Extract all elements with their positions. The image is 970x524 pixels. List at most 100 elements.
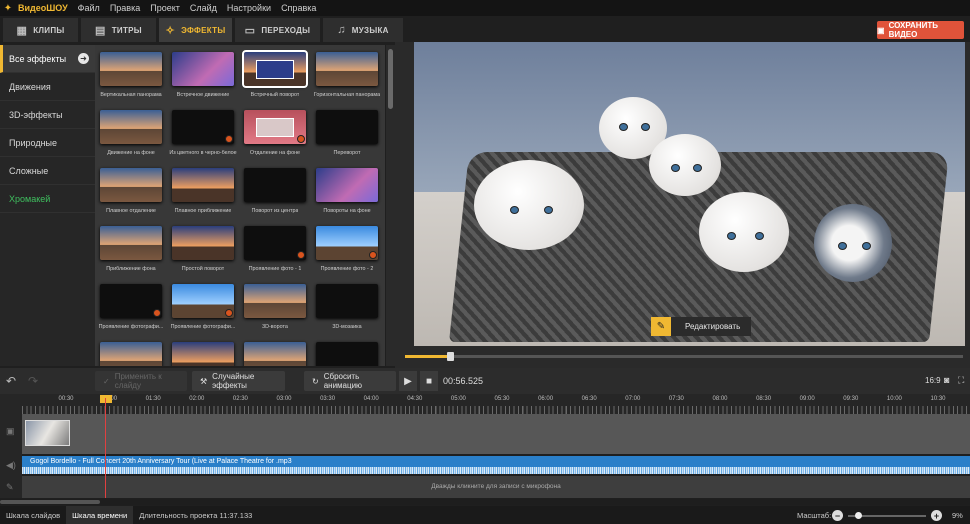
effect-thumbnail[interactable] — [244, 110, 306, 144]
effect-thumbnail[interactable] — [172, 342, 234, 366]
undo-icon[interactable]: ↶ — [6, 374, 16, 388]
time-ruler[interactable]: 00:3001:0001:3002:0002:3003:0003:3004:00… — [0, 394, 970, 414]
timeline-view-tab[interactable]: Шкала времени — [66, 506, 134, 524]
effect-item[interactable]: Приближение фона — [95, 226, 167, 284]
category-nature[interactable]: Природные — [0, 129, 95, 157]
effect-thumbnail[interactable] — [316, 284, 378, 318]
stop-button[interactable]: ■ — [420, 371, 438, 391]
effect-thumbnail[interactable] — [100, 168, 162, 202]
speaker-icon[interactable]: ◀) — [6, 460, 16, 471]
effect-thumbnail[interactable] — [172, 110, 234, 144]
effect-item[interactable]: Встречный поворот — [239, 50, 311, 110]
effect-thumbnail[interactable] — [242, 50, 308, 88]
effect-item[interactable] — [95, 342, 167, 366]
effect-thumbnail[interactable] — [316, 110, 378, 144]
menu-settings[interactable]: Настройки — [222, 3, 276, 13]
effect-item[interactable] — [239, 342, 311, 366]
fullscreen-icon[interactable]: ⛶ — [958, 375, 964, 386]
category-3d[interactable]: 3D-эффекты — [0, 101, 95, 129]
effect-item[interactable]: Встречное движение — [167, 52, 239, 110]
play-button[interactable]: ▶ — [399, 371, 417, 391]
effect-thumbnail[interactable] — [316, 342, 378, 366]
effect-thumbnail[interactable] — [100, 110, 162, 144]
category-chromakey[interactable]: Хромакей — [0, 185, 95, 213]
effect-thumbnail[interactable] — [172, 226, 234, 260]
effect-item[interactable]: Отдаление на фоне — [239, 110, 311, 168]
effect-item[interactable] — [167, 342, 239, 366]
camera-icon[interactable]: ◙ — [944, 375, 949, 385]
menu-edit[interactable]: Правка — [105, 3, 145, 13]
redo-icon[interactable]: ↷ — [28, 374, 38, 388]
effect-item[interactable]: Плавное приближение — [167, 168, 239, 226]
menu-help[interactable]: Справка — [276, 3, 321, 13]
effects-scroll-thumb[interactable] — [388, 49, 393, 109]
effect-item[interactable]: Поворот из центра — [239, 168, 311, 226]
audio-track[interactable]: Gogol Bordello - Full Concert 20th Anniv… — [22, 456, 970, 474]
playhead-handle[interactable] — [100, 395, 112, 403]
effect-thumbnail[interactable] — [244, 342, 306, 366]
effect-item[interactable]: Повороты на фоне — [311, 168, 383, 226]
effect-thumbnail[interactable] — [172, 168, 234, 202]
tab-music[interactable]: ♫ МУЗЫКА — [323, 18, 403, 42]
effect-thumbnail[interactable] — [100, 226, 162, 260]
effect-thumbnail[interactable] — [244, 226, 306, 260]
tab-transitions[interactable]: ▭ ПЕРЕХОДЫ — [235, 18, 320, 42]
effect-item[interactable]: Проявление фото - 1 — [239, 226, 311, 284]
tab-effects[interactable]: ✧ ЭФФЕКТЫ — [159, 18, 232, 42]
category-all[interactable]: Все эффекты ➜ — [0, 45, 95, 73]
effect-item[interactable]: Вертикальная панорама — [95, 52, 167, 110]
category-motion[interactable]: Движения — [0, 73, 95, 101]
effect-thumbnail[interactable] — [316, 168, 378, 202]
slide-thumbnail[interactable] — [25, 420, 70, 446]
effect-item[interactable]: 3D-мозаика — [311, 284, 383, 342]
premium-badge-icon — [225, 309, 233, 317]
effect-thumbnail[interactable] — [316, 226, 378, 260]
category-complex[interactable]: Сложные — [0, 157, 95, 185]
zoom-out-button[interactable]: − — [832, 510, 843, 521]
effect-item[interactable]: Проявление фото - 2 — [311, 226, 383, 284]
seek-bar[interactable] — [405, 352, 963, 361]
menu-file[interactable]: Файл — [73, 3, 105, 13]
effect-thumbnail[interactable] — [316, 52, 378, 86]
mic-icon[interactable]: ✎ — [6, 482, 14, 493]
ruler-label: 06:30 — [581, 396, 597, 402]
slide-track[interactable] — [22, 414, 970, 454]
effect-thumbnail[interactable] — [100, 52, 162, 86]
timeline-scrollbar[interactable] — [0, 499, 970, 505]
menu-project[interactable]: Проект — [145, 3, 185, 13]
effect-item[interactable] — [311, 342, 383, 366]
aspect-ratio[interactable]: 16:9 — [925, 376, 941, 385]
effect-item[interactable]: Движение на фоне — [95, 110, 167, 168]
effect-thumbnail[interactable] — [100, 284, 162, 318]
effect-item[interactable]: 3D-ворота — [239, 284, 311, 342]
effect-thumbnail[interactable] — [244, 168, 306, 202]
tab-titles[interactable]: ▤ ТИТРЫ — [81, 18, 156, 42]
save-video-button[interactable]: ▣ СОХРАНИТЬ ВИДЕО — [877, 21, 964, 39]
effect-label: Повороты на фоне — [323, 208, 371, 214]
tab-clips[interactable]: ▦ КЛИПЫ — [3, 18, 78, 42]
effect-thumbnail[interactable] — [172, 52, 234, 86]
effect-item[interactable]: Горизонтальная панорама — [311, 52, 383, 110]
effect-item[interactable]: Простой поворот — [167, 226, 239, 284]
effect-thumbnail[interactable] — [244, 284, 306, 318]
effect-item[interactable]: Переворот — [311, 110, 383, 168]
effects-scrollbar[interactable] — [386, 45, 395, 366]
premium-badge-icon — [297, 251, 305, 259]
effect-item[interactable]: Из цветного в черно-белое — [167, 110, 239, 168]
effect-thumbnail[interactable] — [172, 284, 234, 318]
zoom-slider-knob[interactable] — [855, 512, 862, 519]
effect-item[interactable]: Проявление фотографи... — [95, 284, 167, 342]
reset-animation-button[interactable]: ↻ Сбросить анимацию — [304, 371, 396, 391]
random-effects-button[interactable]: ⚒ Случайные эффекты — [192, 371, 285, 391]
zoom-in-button[interactable]: + — [931, 510, 942, 521]
slides-view-tab[interactable]: Шкала слайдов — [0, 506, 66, 524]
edit-button[interactable]: ✎ Редактировать — [651, 317, 751, 336]
effect-thumbnail[interactable] — [100, 342, 162, 366]
apply-to-slide-button[interactable]: ✓ Применить к слайду — [95, 371, 187, 391]
effect-item[interactable]: Проявление фотографи... — [167, 284, 239, 342]
ruler-label: 05:00 — [450, 396, 466, 402]
menu-slide[interactable]: Слайд — [185, 3, 222, 13]
microphone-track[interactable]: Дважды кликните для записи с микрофона — [22, 476, 970, 498]
effect-item[interactable]: Плавное отдаление — [95, 168, 167, 226]
seek-knob[interactable] — [446, 352, 454, 361]
